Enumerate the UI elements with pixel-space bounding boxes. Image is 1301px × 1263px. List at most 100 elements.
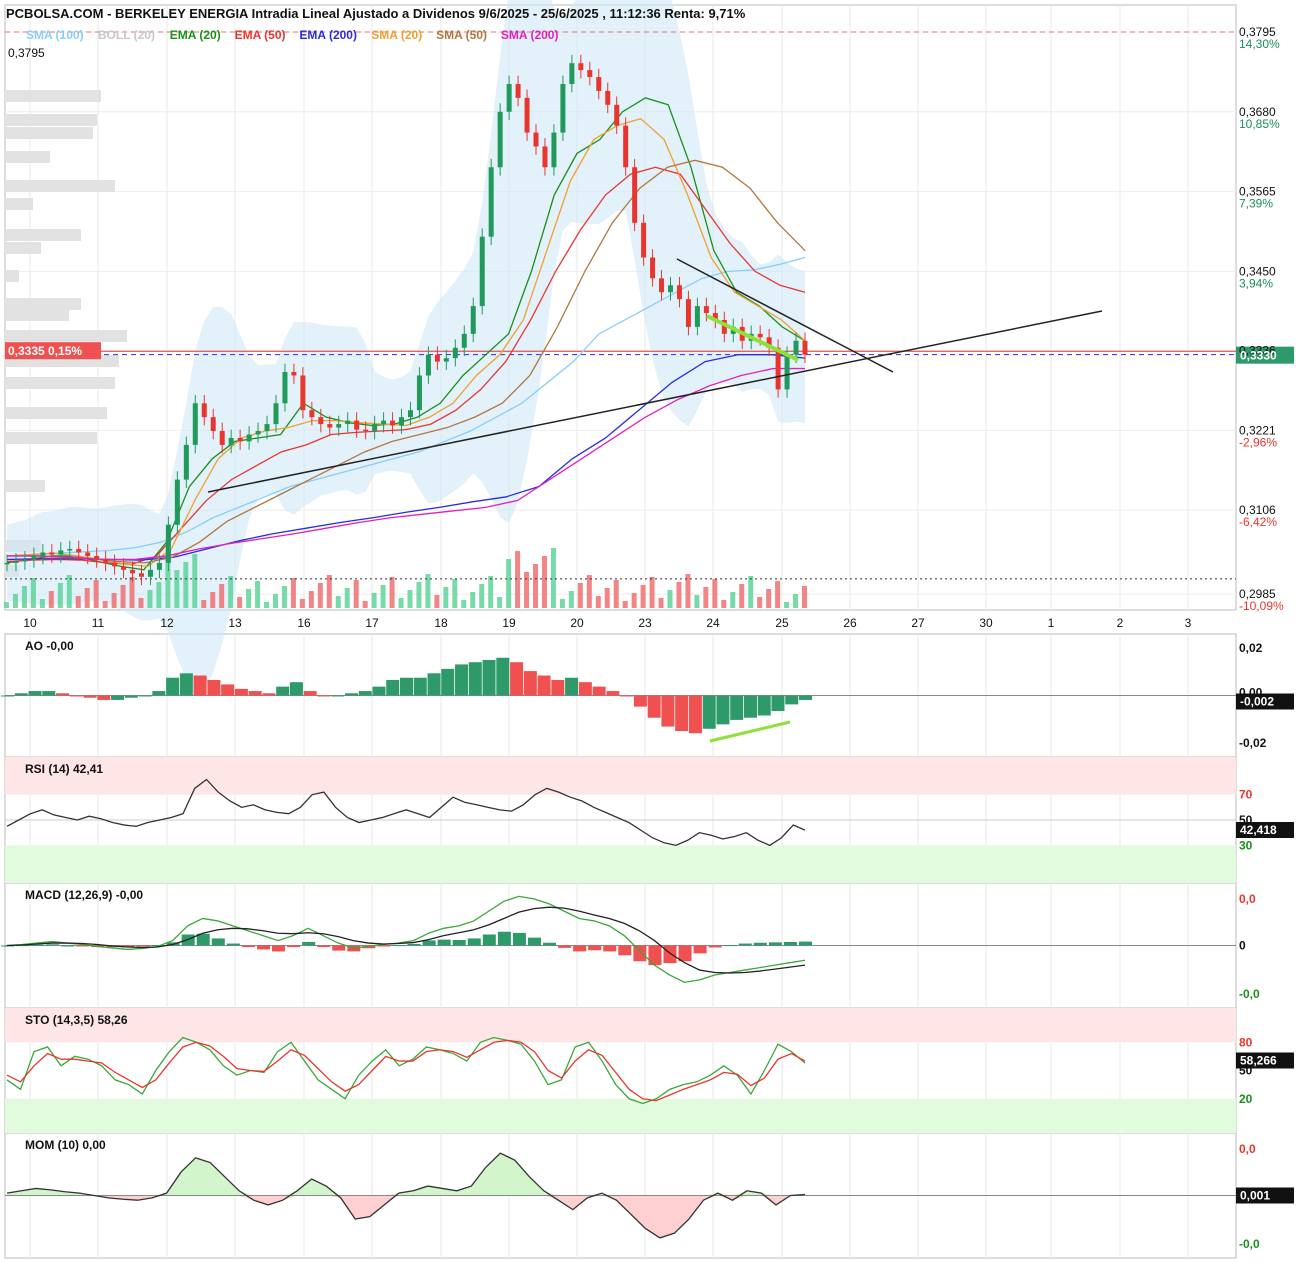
candle-body bbox=[130, 569, 136, 574]
panel-title: MOM (10) 0,00 bbox=[25, 1138, 106, 1152]
ao-bar bbox=[413, 677, 427, 696]
macd-hist-bar bbox=[663, 945, 677, 964]
ao-bar bbox=[207, 679, 221, 696]
macd-hist-bar bbox=[558, 945, 572, 948]
candle-body bbox=[156, 562, 162, 570]
ao-bar bbox=[28, 691, 42, 696]
macd-hist-bar bbox=[799, 941, 812, 946]
candle-body bbox=[246, 434, 252, 442]
candle-body bbox=[138, 573, 144, 577]
candle-body bbox=[354, 420, 360, 430]
candle-body bbox=[345, 420, 351, 425]
macd-hist-bar bbox=[287, 945, 301, 948]
macd-hist-bar bbox=[136, 945, 150, 947]
volume-bar bbox=[775, 581, 781, 608]
candle-body bbox=[632, 167, 638, 223]
candle-body bbox=[58, 550, 64, 555]
volume-profile-bar bbox=[5, 270, 19, 282]
volume-profile-bar bbox=[5, 229, 81, 241]
macd-hist-bar bbox=[708, 945, 722, 948]
candle-body bbox=[488, 167, 494, 237]
volume-profile-bar bbox=[5, 432, 97, 444]
y-tick-pct: -10,09% bbox=[1239, 599, 1284, 613]
volume-bar bbox=[174, 570, 180, 608]
macd-hist-bar bbox=[783, 941, 797, 946]
ao-bar bbox=[97, 695, 111, 700]
macd-hist-bar bbox=[678, 945, 692, 962]
y-tick-pct: -2,96% bbox=[1239, 435, 1277, 449]
ao-bar bbox=[56, 693, 70, 696]
volume-bar bbox=[703, 587, 709, 608]
last-price-tag-text: 0,3330 bbox=[1240, 349, 1277, 363]
ao-bar bbox=[331, 695, 345, 697]
x-tick-label: 30 bbox=[979, 616, 993, 630]
ao-bar bbox=[358, 691, 372, 696]
ao-bar bbox=[647, 695, 661, 718]
x-tick-label: 18 bbox=[434, 616, 448, 630]
candle-body bbox=[443, 358, 449, 362]
volume-bar bbox=[739, 584, 745, 608]
volume-bar bbox=[380, 585, 386, 608]
candle-body bbox=[264, 424, 270, 432]
volume-bar bbox=[443, 587, 449, 608]
candle-body bbox=[192, 403, 198, 445]
volume-bar bbox=[317, 583, 323, 608]
volume-profile-bar bbox=[5, 242, 41, 254]
candle-body bbox=[802, 340, 808, 355]
volume-bar bbox=[183, 562, 189, 608]
volume-bar bbox=[246, 589, 252, 608]
volume-bar bbox=[398, 598, 404, 608]
volume-profile-bar bbox=[5, 198, 33, 210]
volume-bar bbox=[407, 590, 413, 608]
candle-body bbox=[685, 299, 691, 327]
x-tick-label: 17 bbox=[365, 616, 379, 630]
x-tick-label: 25 bbox=[775, 616, 789, 630]
x-tick-label: 20 bbox=[570, 616, 584, 630]
candle-body bbox=[452, 347, 458, 359]
volume-bar bbox=[721, 600, 727, 608]
candle-body bbox=[336, 424, 342, 428]
macd-hist-bar bbox=[648, 945, 662, 966]
volume-bar bbox=[559, 599, 565, 608]
ao-bar bbox=[111, 695, 125, 700]
volume-bar bbox=[48, 591, 54, 608]
candle-body bbox=[587, 70, 593, 78]
macd-hist-bar bbox=[422, 940, 436, 946]
candle-body bbox=[703, 306, 709, 314]
ao-bar bbox=[166, 677, 180, 696]
x-tick-label: 3 bbox=[1185, 616, 1192, 630]
candle-body bbox=[13, 561, 19, 563]
panel-title: MACD (12,26,9) -0,00 bbox=[25, 888, 143, 902]
candle-body bbox=[76, 549, 82, 553]
ao-bar bbox=[83, 695, 97, 698]
macd-hist-bar bbox=[392, 945, 406, 947]
volume-bar bbox=[57, 583, 63, 608]
candle-body bbox=[255, 431, 261, 435]
ao-bar bbox=[743, 695, 757, 718]
volume-bar bbox=[479, 584, 485, 608]
y-tick-label: 70 bbox=[1239, 788, 1253, 802]
volume-bar bbox=[470, 592, 476, 608]
candle-body bbox=[659, 278, 665, 293]
candle-body bbox=[147, 569, 153, 577]
volume-bar bbox=[255, 581, 261, 608]
macd-hist-bar bbox=[497, 931, 511, 946]
candle-body bbox=[551, 132, 557, 168]
candle-body bbox=[668, 285, 674, 293]
candle-body bbox=[694, 306, 700, 327]
volume-bar bbox=[102, 601, 108, 608]
x-tick-label: 10 bbox=[23, 616, 37, 630]
volume-bar bbox=[694, 595, 700, 608]
legend-item: SMA (50) bbox=[436, 28, 487, 42]
legend-item: SMA (100) bbox=[26, 28, 84, 42]
candle-body bbox=[201, 403, 207, 418]
candle-body bbox=[524, 97, 530, 133]
volume-bar bbox=[192, 554, 198, 608]
y-tick-label: 20 bbox=[1239, 1092, 1253, 1106]
volume-profile-bar bbox=[5, 127, 93, 139]
volume-bar bbox=[201, 600, 207, 608]
volume-bar bbox=[802, 586, 807, 608]
value-tag-text: 42,418 bbox=[1240, 823, 1277, 837]
macd-hist-bar bbox=[302, 941, 316, 946]
volume-bar bbox=[362, 601, 368, 608]
